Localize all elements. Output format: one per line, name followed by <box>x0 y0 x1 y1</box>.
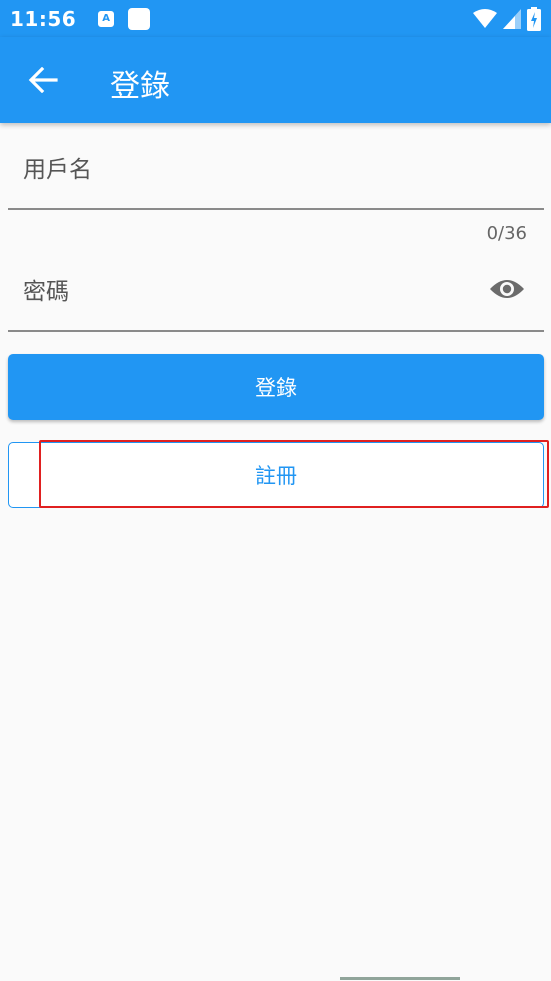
battery-icon <box>527 7 541 31</box>
page-title: 登錄 <box>110 69 170 104</box>
eye-icon[interactable] <box>489 275 525 303</box>
back-arrow-icon[interactable] <box>28 67 58 93</box>
wifi-icon <box>473 9 497 28</box>
login-button[interactable]: 登錄 <box>8 354 544 420</box>
username-char-counter: 0/36 <box>486 223 527 244</box>
username-underline <box>8 208 544 210</box>
password-label: 密碼 <box>23 279 69 305</box>
password-underline <box>8 330 544 332</box>
password-field[interactable]: 密碼 <box>8 262 544 332</box>
username-field[interactable]: 用戶名 <box>8 140 544 210</box>
username-label: 用戶名 <box>23 157 92 183</box>
register-button[interactable]: 註冊 <box>8 442 544 508</box>
status-icons <box>473 7 541 31</box>
app-bar: 登錄 <box>0 37 551 123</box>
status-time: 11:56 <box>10 6 77 31</box>
signal-icon <box>503 9 521 29</box>
notification-a-icon: A <box>98 10 115 27</box>
nav-handle <box>340 977 460 980</box>
status-bar: 11:56 A <box>0 0 551 37</box>
notification-square-icon <box>128 7 151 30</box>
